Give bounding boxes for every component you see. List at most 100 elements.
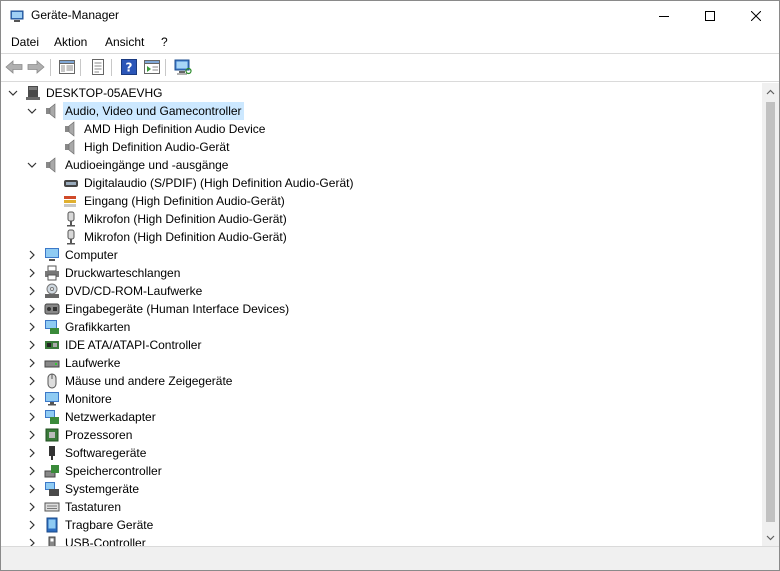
chevron-right-icon[interactable] — [27, 466, 37, 476]
monitor-icon — [45, 392, 59, 406]
device-label: Mikrofon (High Definition Audio-Gerät) — [84, 212, 287, 226]
category-label: Audio, Video und Gamecontroller — [63, 102, 244, 120]
tree-category[interactable]: Computer — [1, 246, 301, 264]
tree-category[interactable]: IDE ATA/ATAPI-Controller — [1, 336, 301, 354]
forward-icon — [27, 60, 45, 74]
scan-hardware-icon — [174, 59, 192, 75]
tree-device[interactable]: Mikrofon (High Definition Audio-Gerät) — [1, 210, 301, 228]
speaker-icon — [46, 157, 56, 173]
tree-root[interactable]: DESKTOP-05AEVHG — [1, 84, 301, 102]
device-label: Digitalaudio (S/PDIF) (High Definition A… — [84, 176, 354, 190]
tree-device[interactable]: Digitalaudio (S/PDIF) (High Definition A… — [1, 174, 361, 192]
scroll-down-button[interactable] — [762, 529, 779, 546]
chevron-right-icon[interactable] — [27, 448, 37, 458]
tree-root-label: DESKTOP-05AEVHG — [46, 86, 163, 100]
category-label: Laufwerke — [65, 356, 121, 370]
menu-aktion[interactable]: Aktion — [52, 35, 89, 49]
hid-icon — [44, 303, 60, 315]
tree-category[interactable]: Monitore — [1, 390, 301, 408]
category-label: Tragbare Geräte — [65, 518, 154, 532]
tree-device[interactable]: High Definition Audio-Gerät — [1, 138, 301, 156]
tree-category[interactable]: Systemgeräte — [1, 480, 301, 498]
forward-button[interactable] — [26, 57, 46, 77]
back-icon — [5, 60, 23, 74]
computer-icon — [26, 86, 40, 100]
category-label: Systemgeräte — [65, 482, 140, 496]
tree-device[interactable]: AMD High Definition Audio Device — [1, 120, 301, 138]
tree-category[interactable]: Druckwarteschlangen — [1, 264, 301, 282]
chevron-right-icon[interactable] — [27, 484, 37, 494]
tree-category[interactable]: Netzwerkadapter — [1, 408, 301, 426]
tree-device[interactable]: Eingang (High Definition Audio-Gerät) — [1, 192, 301, 210]
microphone-icon — [67, 211, 75, 227]
tree-device[interactable]: Mikrofon (High Definition Audio-Gerät) — [1, 228, 301, 246]
toolbar-separator — [111, 59, 112, 76]
show-hide-console-tree-button[interactable] — [57, 57, 77, 77]
device-tree[interactable]: DESKTOP-05AEVHG Audio, Video und Gamecon… — [1, 83, 762, 546]
chevron-right-icon[interactable] — [27, 412, 37, 422]
tree-category[interactable]: Tragbare Geräte — [1, 516, 301, 534]
menu-datei[interactable]: Datei — [9, 35, 41, 49]
maximize-button[interactable] — [687, 1, 733, 31]
help-button[interactable]: ? — [119, 57, 139, 77]
chevron-right-icon[interactable] — [27, 430, 37, 440]
category-label: Mäuse und andere Zeigegeräte — [65, 374, 233, 388]
maximize-icon — [705, 11, 715, 21]
close-button[interactable] — [733, 1, 779, 31]
scroll-up-button[interactable] — [762, 83, 779, 100]
dvd-drive-icon — [45, 283, 59, 298]
chevron-right-icon[interactable] — [27, 502, 37, 512]
menu-help[interactable]: ? — [159, 35, 170, 49]
computer-icon — [45, 248, 59, 261]
usb-controller-icon — [48, 536, 56, 546]
properties-button[interactable] — [88, 57, 108, 77]
tree-category[interactable]: Eingabegeräte (Human Interface Devices) — [1, 300, 321, 318]
title-bar[interactable]: Geräte-Manager — [1, 1, 779, 31]
chevron-right-icon[interactable] — [27, 376, 37, 386]
scroll-thumb[interactable] — [766, 102, 775, 522]
chevron-right-icon[interactable] — [27, 538, 37, 546]
close-icon — [751, 11, 761, 21]
tree-category[interactable]: Tastaturen — [1, 498, 301, 516]
chevron-right-icon[interactable] — [27, 322, 37, 332]
scroll-down-icon — [766, 535, 775, 540]
category-label: Druckwarteschlangen — [65, 266, 181, 280]
properties-pane-icon — [59, 60, 75, 74]
chevron-right-icon[interactable] — [27, 520, 37, 530]
tree-category[interactable]: Prozessoren — [1, 426, 301, 444]
tree-category[interactable]: USB-Controller — [1, 534, 301, 546]
tree-category[interactable]: Audioeingänge und -ausgänge — [1, 156, 301, 174]
minimize-button[interactable] — [641, 1, 687, 31]
tree-category[interactable]: Speichercontroller — [1, 462, 301, 480]
tree-category[interactable]: Mäuse und andere Zeigegeräte — [1, 372, 301, 390]
action-view-button[interactable] — [142, 57, 162, 77]
chevron-right-icon[interactable] — [27, 340, 37, 350]
vertical-scrollbar[interactable] — [762, 83, 779, 546]
chevron-right-icon[interactable] — [27, 304, 37, 314]
back-button[interactable] — [4, 57, 24, 77]
toolbar-separator-line — [1, 81, 779, 82]
chevron-down-icon[interactable] — [27, 106, 37, 116]
menu-bar: Datei Aktion Ansicht ? — [1, 31, 779, 53]
chevron-right-icon[interactable] — [27, 250, 37, 260]
tree-category[interactable]: DVD/CD-ROM-Laufwerke — [1, 282, 301, 300]
tree-category[interactable]: Grafikkarten — [1, 318, 301, 336]
microphone-icon — [67, 229, 75, 245]
menu-ansicht[interactable]: Ansicht — [103, 35, 146, 49]
scroll-up-icon — [766, 89, 775, 94]
window-title: Geräte-Manager — [31, 8, 120, 22]
chevron-right-icon[interactable] — [27, 286, 37, 296]
speaker-icon — [46, 103, 56, 119]
device-label: Eingang (High Definition Audio-Gerät) — [84, 194, 285, 208]
scan-hardware-button[interactable] — [173, 57, 193, 77]
keyboard-icon — [44, 502, 60, 512]
chevron-right-icon[interactable] — [27, 268, 37, 278]
chevron-right-icon[interactable] — [27, 394, 37, 404]
chevron-down-icon[interactable] — [27, 160, 37, 170]
chevron-down-icon[interactable] — [8, 88, 18, 98]
tree-category[interactable]: Softwaregeräte — [1, 444, 301, 462]
category-label: Grafikkarten — [65, 320, 131, 334]
chevron-right-icon[interactable] — [27, 358, 37, 368]
tree-category[interactable]: Laufwerke — [1, 354, 301, 372]
tree-category[interactable]: Audio, Video und Gamecontroller — [1, 102, 301, 120]
